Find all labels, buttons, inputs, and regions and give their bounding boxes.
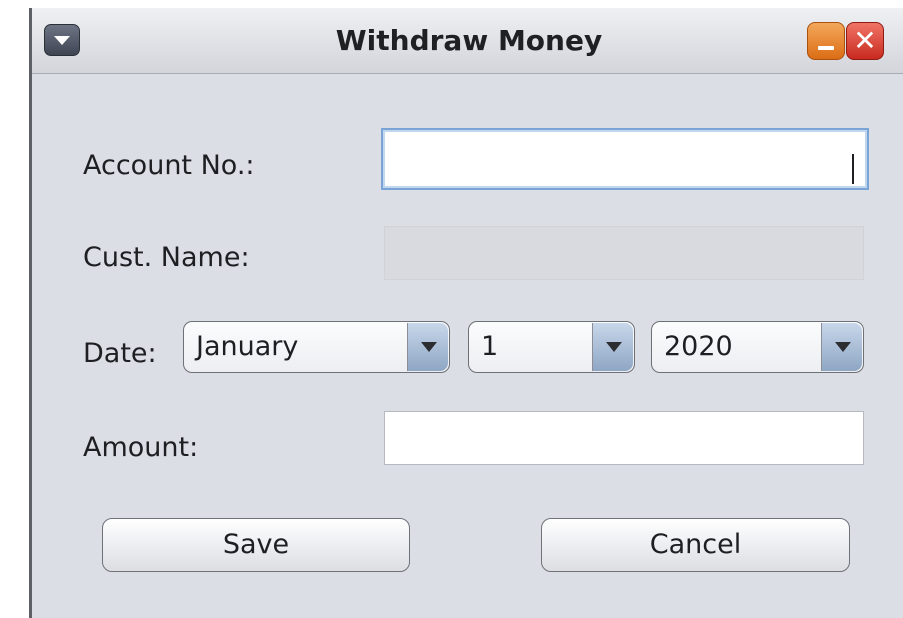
customer-name-field <box>384 226 864 280</box>
withdraw-money-window: Withdraw Money ✕ Account No.: Cust. Name… <box>29 8 903 618</box>
chevron-down-icon[interactable] <box>592 323 633 371</box>
day-select[interactable]: 1 <box>468 321 635 373</box>
close-icon[interactable]: ✕ <box>846 22 884 60</box>
year-select[interactable]: 2020 <box>651 321 864 373</box>
window-title: Withdraw Money <box>335 24 603 57</box>
text-caret <box>852 154 854 184</box>
account-number-label: Account No.: <box>83 150 255 181</box>
chevron-down-icon[interactable] <box>821 323 862 371</box>
account-number-input[interactable] <box>381 128 869 190</box>
month-selected-value: January <box>196 331 299 362</box>
close-glyph: ✕ <box>853 24 877 57</box>
title-bar[interactable]: Withdraw Money ✕ <box>32 8 903 74</box>
amount-label: Amount: <box>83 432 199 463</box>
save-button[interactable]: Save <box>102 518 410 572</box>
year-selected-value: 2020 <box>664 331 733 362</box>
month-select[interactable]: January <box>183 321 450 373</box>
chevron-down-icon[interactable] <box>407 323 448 371</box>
date-label: Date: <box>83 338 157 369</box>
amount-input[interactable] <box>384 411 864 465</box>
cancel-button[interactable]: Cancel <box>541 518 850 572</box>
minimize-icon[interactable] <box>807 22 845 60</box>
day-selected-value: 1 <box>481 331 499 362</box>
customer-name-label: Cust. Name: <box>83 242 250 273</box>
